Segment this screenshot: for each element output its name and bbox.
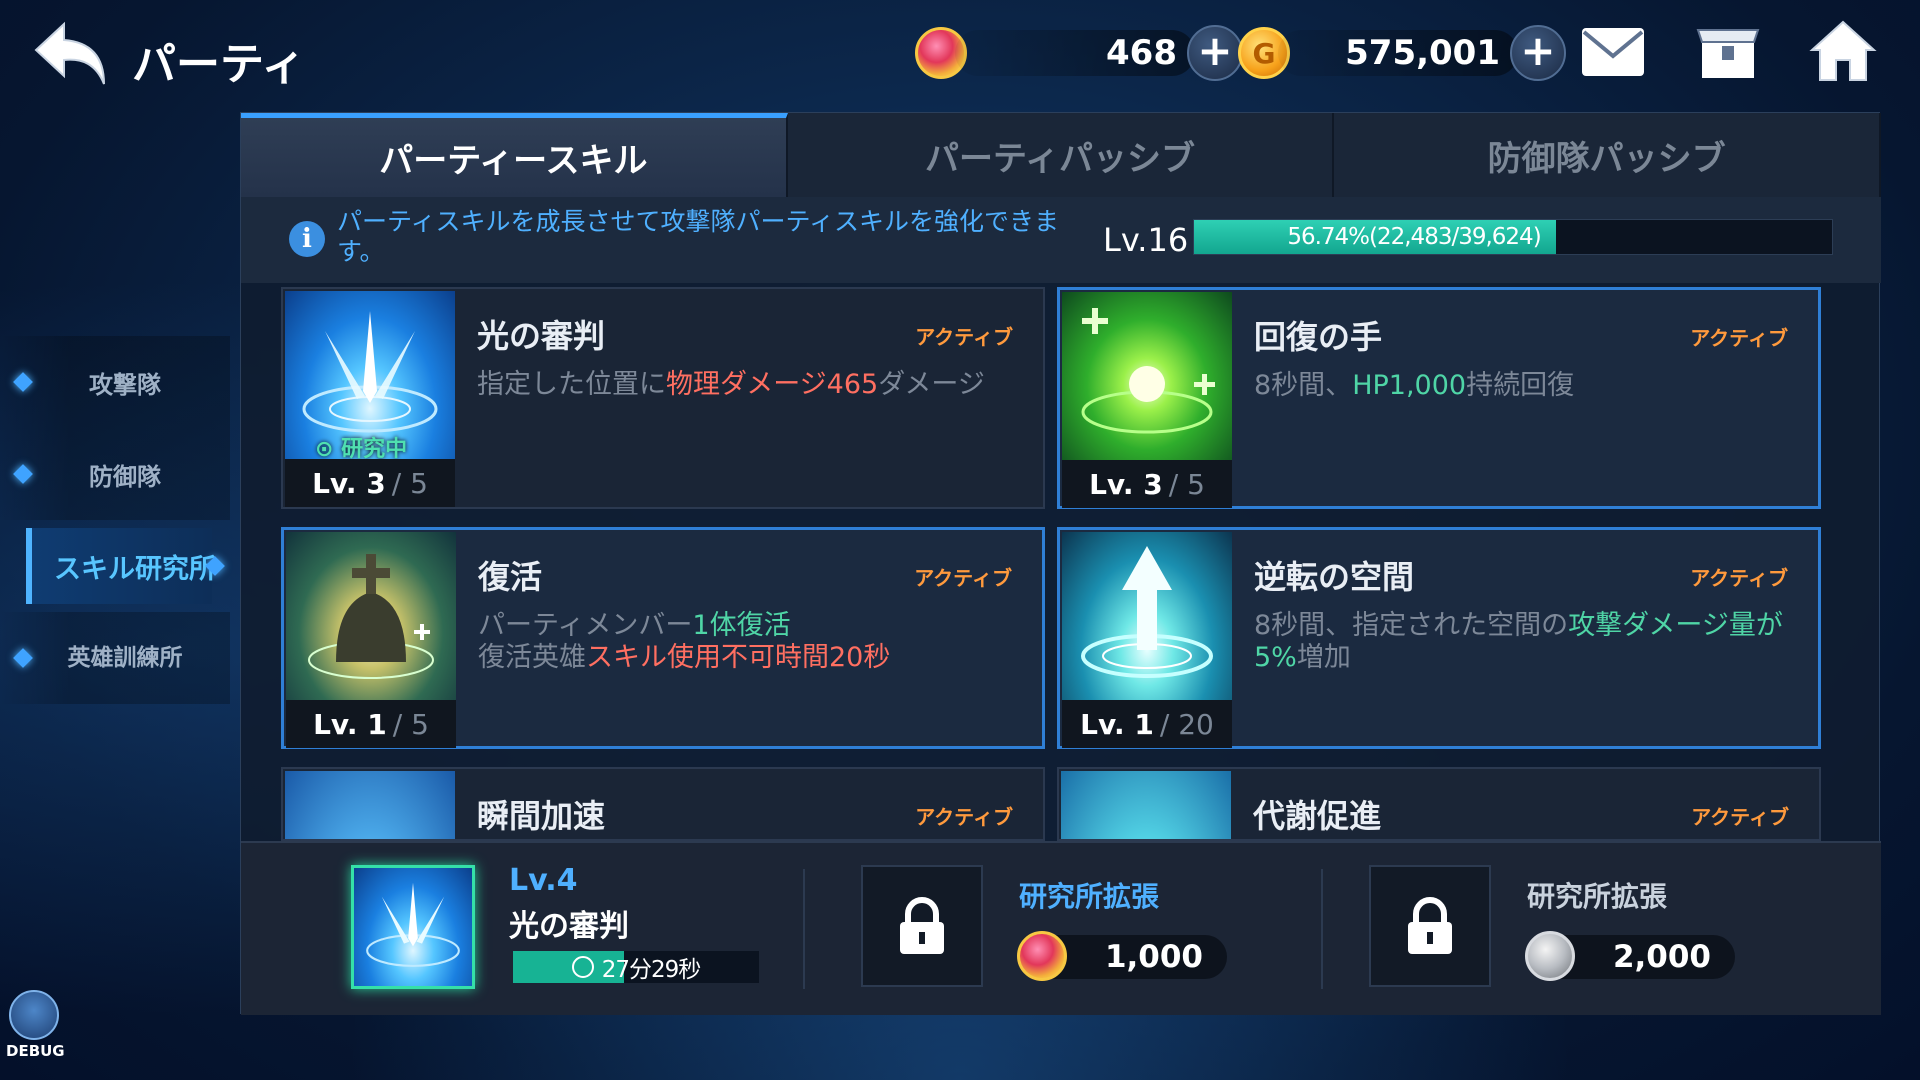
expand-cost-gems[interactable]: 1,000: [1017, 931, 1227, 981]
clock-icon: [571, 956, 594, 978]
expand-cost-silver[interactable]: 2,000: [1525, 931, 1735, 981]
skill-name: 回復の手: [1254, 318, 1383, 356]
debug-label: DEBUG: [6, 1042, 65, 1060]
tab-party-passive[interactable]: パーティパッシブ: [788, 113, 1335, 197]
plus-icon: +: [1197, 26, 1233, 75]
sidebar-item-label: 攻撃隊: [89, 370, 161, 399]
party-level: Lv.16: [1103, 221, 1189, 259]
page-title: パーティ: [132, 39, 306, 90]
researching-status: ⊙ 研究中: [315, 437, 408, 459]
info-icon: i: [289, 221, 325, 257]
healing-hand-skill-icon: [1062, 292, 1232, 460]
research-timer: 27分29秒: [513, 951, 759, 983]
skill-description: パーティメンバー1体復活 復活英雄スキル使用不可時間20秒: [478, 610, 891, 673]
skill-level: Lv. 1/ 5: [286, 700, 456, 748]
diamond-icon: [13, 372, 33, 392]
sidebar-item-label: 防御隊: [89, 462, 161, 491]
skill-type-badge: アクティブ: [1691, 805, 1789, 829]
skill-card-revive[interactable]: Lv. 1/ 5 復活 アクティブ パーティメンバー1体復活 復活英雄スキル使用…: [281, 527, 1045, 749]
skill-type-badge: アクティブ: [915, 325, 1013, 349]
side-nav: 攻撃隊 防御隊 スキル研究所 英雄訓練所: [0, 336, 230, 704]
back-arrow-icon[interactable]: [30, 18, 112, 90]
info-text: パーティスキルを成長させて攻撃隊パーティスキルを強化できます。: [337, 207, 1060, 266]
debug-face-icon: [9, 990, 59, 1040]
research-slot-skill-icon[interactable]: [351, 865, 475, 989]
skill-card-metabolism-boost[interactable]: 代謝促進 アクティブ: [1057, 767, 1821, 841]
add-gems-button[interactable]: +: [1187, 25, 1243, 81]
top-bar: パーティ 468 + G 575,001 +: [0, 0, 1920, 110]
mail-icon[interactable]: [1580, 26, 1646, 78]
debug-button[interactable]: DEBUG: [6, 990, 65, 1060]
skill-level: Lv. 3/ 5: [285, 459, 455, 507]
storage-box-icon[interactable]: [1696, 24, 1760, 82]
skill-card-instant-acceleration[interactable]: 瞬間加速 アクティブ: [281, 767, 1045, 841]
sidebar-item-label: スキル研究所: [54, 553, 216, 585]
skill-name: 復活: [478, 558, 543, 596]
skill-description: 指定した位置に物理ダメージ465ダメージ: [477, 369, 985, 400]
skill-type-badge: アクティブ: [915, 805, 1013, 829]
reversal-space-skill-icon: [1062, 532, 1232, 700]
sidebar-item-hero-training[interactable]: 英雄訓練所: [0, 612, 230, 704]
skill-name: 瞬間加速: [477, 797, 606, 835]
expand-lab-title: 研究所拡張: [1527, 880, 1668, 913]
skill-card-healing-hand[interactable]: Lv. 3/ 5 回復の手 アクティブ 8秒間、HP1,000持続回復: [1057, 287, 1821, 509]
skill-card-reversal-space[interactable]: Lv. 1/ 20 逆転の空間 アクティブ 8秒間、指定された空間の攻撃ダメージ…: [1057, 527, 1821, 749]
instant-acceleration-skill-icon: [285, 771, 455, 839]
main-panel: パーティースキル パーティパッシブ 防御隊パッシブ i パーティスキルを成長させ…: [240, 112, 1882, 1015]
skill-card-light-judgment[interactable]: ⊙ 研究中 Lv. 3/ 5 光の審判 アクティブ 指定した位置に物理ダメージ4…: [281, 287, 1045, 509]
diamond-icon: [13, 464, 33, 484]
lock-icon: [1408, 897, 1452, 954]
gem-track: 468: [955, 30, 1195, 76]
metabolism-boost-skill-icon: [1061, 771, 1231, 839]
gold-track: 575,001: [1278, 30, 1518, 76]
skill-type-badge: アクティブ: [1690, 326, 1788, 350]
tab-bar: パーティースキル パーティパッシブ 防御隊パッシブ: [241, 113, 1882, 197]
skill-level: Lv. 3/ 5: [1062, 460, 1232, 508]
sidebar-item-defense-party[interactable]: 防御隊: [0, 428, 230, 520]
revive-skill-icon: [286, 532, 456, 700]
skill-type-badge: アクティブ: [1690, 566, 1788, 590]
research-queue: Lv.4 光の審判 27分29秒 研究所拡張 1,000 研究所拡張 2,000: [241, 841, 1881, 1015]
research-timer-bar: 27分29秒: [513, 951, 759, 983]
divider: [803, 869, 805, 989]
research-slot-skill-name: 光の審判: [509, 909, 629, 944]
skill-name: 光の審判: [477, 317, 606, 355]
sidebar-item-attack-party[interactable]: 攻撃隊: [0, 336, 230, 428]
research-slot-level: Lv.4: [509, 863, 578, 898]
skill-name: 逆転の空間: [1254, 558, 1415, 596]
locked-research-slot-2[interactable]: [861, 865, 983, 987]
silver-coin-icon: [1525, 931, 1575, 981]
gold-currency: G 575,001 +: [1238, 22, 1566, 84]
diamond-icon: [13, 648, 33, 668]
gem-currency: 468 +: [915, 22, 1243, 84]
locked-research-slot-3[interactable]: [1369, 865, 1491, 987]
exp-text: 56.74%(22,483/39,624): [1287, 224, 1541, 250]
gem-count: 468: [1106, 33, 1177, 73]
tab-party-skill[interactable]: パーティースキル: [241, 113, 788, 197]
gem-icon: [1017, 931, 1067, 981]
info-bar: i パーティスキルを成長させて攻撃隊パーティスキルを強化できます。 Lv.16 …: [241, 197, 1881, 283]
skill-description: 8秒間、指定された空間の攻撃ダメージ量が5%増加: [1254, 610, 1783, 673]
sidebar-item-skill-lab[interactable]: スキル研究所: [0, 520, 230, 612]
add-gold-button[interactable]: +: [1510, 25, 1566, 81]
tab-defense-passive[interactable]: 防御隊パッシブ: [1334, 113, 1882, 197]
skill-level: Lv. 1/ 20: [1062, 700, 1232, 748]
sidebar-item-label: 英雄訓練所: [67, 645, 183, 671]
skill-description: 8秒間、HP1,000持続回復: [1254, 370, 1575, 401]
divider: [1321, 869, 1323, 989]
gold-count: 575,001: [1345, 33, 1500, 73]
skill-name: 代謝促進: [1253, 797, 1382, 835]
home-icon[interactable]: [1808, 18, 1878, 84]
exp-bar: 56.74%(22,483/39,624): [1193, 219, 1833, 255]
plus-icon: +: [1520, 26, 1556, 75]
lock-icon: [900, 897, 944, 954]
skill-type-badge: アクティブ: [914, 566, 1012, 590]
light-judgment-skill-icon: ⊙ 研究中: [285, 291, 455, 459]
expand-lab-title: 研究所拡張: [1019, 880, 1160, 913]
